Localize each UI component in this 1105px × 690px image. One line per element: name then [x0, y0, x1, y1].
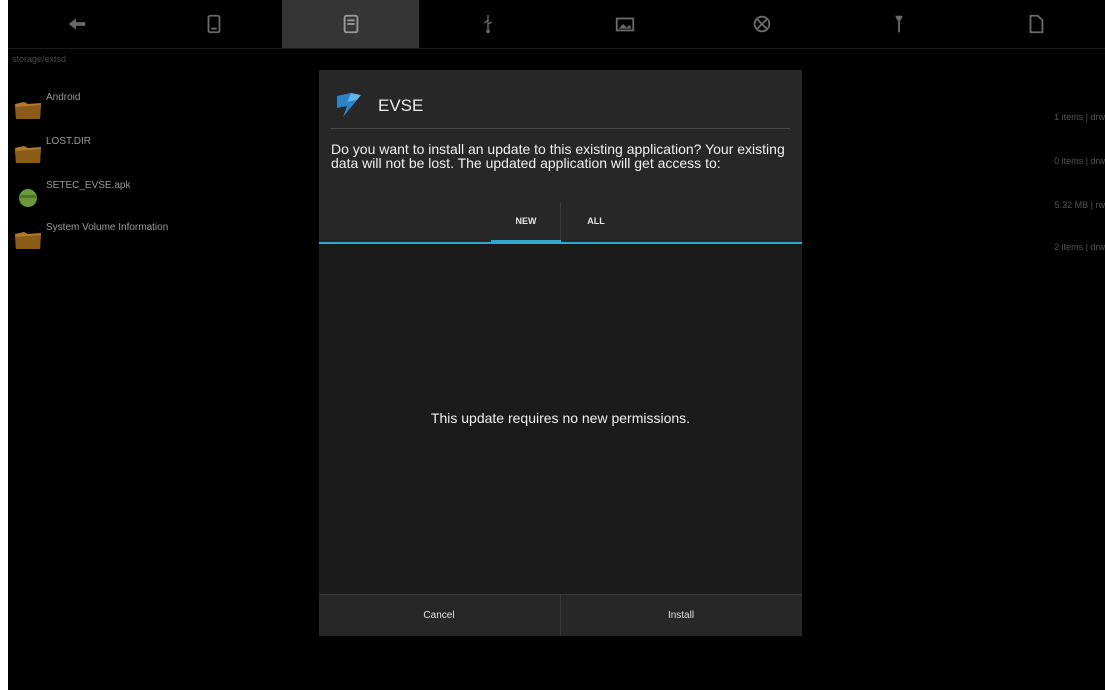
folder-icon [15, 146, 41, 163]
top-toolbar [8, 0, 1105, 49]
file-meta: 5.32 MB | rw [1054, 200, 1105, 210]
cancel-button[interactable]: Cancel [319, 595, 559, 636]
file-row[interactable]: LOST.DIR [14, 134, 91, 164]
android-apk-icon [19, 189, 37, 207]
file-meta: 0 items | drw [1054, 156, 1105, 166]
install-button[interactable]: Install [561, 595, 801, 636]
folder-icon [15, 102, 41, 119]
file-button[interactable] [967, 0, 1104, 48]
dialog-title: EVSE [378, 96, 424, 115]
file-meta: 1 items | drw [1054, 112, 1105, 122]
current-path: storage/extsd [12, 54, 67, 64]
tab-all[interactable]: ALL [561, 200, 631, 242]
file-name: System Volume Information [46, 222, 169, 233]
file-row[interactable]: Android [14, 90, 80, 120]
dialog-divider [331, 128, 790, 129]
file-icon [1029, 14, 1043, 34]
back-button[interactable] [8, 0, 145, 48]
install-dialog: EVSE Do you want to install an update to… [319, 70, 802, 636]
usb-icon [483, 14, 492, 34]
network-icon [753, 15, 770, 33]
screen: storage/extsd Android 1 items | drw LOST… [8, 0, 1105, 690]
permission-tabs: NEW ALL [319, 200, 802, 246]
image-button[interactable] [556, 0, 693, 48]
dialog-header: EVSE [319, 70, 802, 130]
network-button[interactable] [693, 0, 830, 48]
file-row[interactable]: SETEC_EVSE.apk [14, 178, 130, 208]
folder-icon [15, 232, 41, 249]
phone-storage-icon [207, 14, 220, 34]
dialog-button-bar: Cancel Install [319, 594, 802, 636]
back-arrow-icon [68, 18, 85, 30]
file-name: Android [46, 92, 81, 103]
phone-storage-button[interactable] [145, 0, 282, 48]
tool-icon [894, 15, 903, 33]
file-row[interactable]: System Volume Information [14, 220, 168, 250]
sd-card-icon [343, 14, 358, 34]
tool-button[interactable] [830, 0, 967, 48]
usb-button[interactable] [419, 0, 556, 48]
dialog-message: Do you want to install an update to this… [331, 141, 785, 171]
sd-card-button[interactable] [282, 0, 419, 48]
image-icon [615, 17, 634, 32]
tab-new[interactable]: NEW [491, 200, 561, 242]
file-meta: 2 items | drw [1054, 242, 1105, 252]
no-permissions-message: This update requires no new permissions. [430, 410, 691, 426]
file-name: SETEC_EVSE.apk [46, 180, 131, 191]
file-name: LOST.DIR [46, 136, 92, 147]
evse-app-icon [337, 93, 361, 117]
